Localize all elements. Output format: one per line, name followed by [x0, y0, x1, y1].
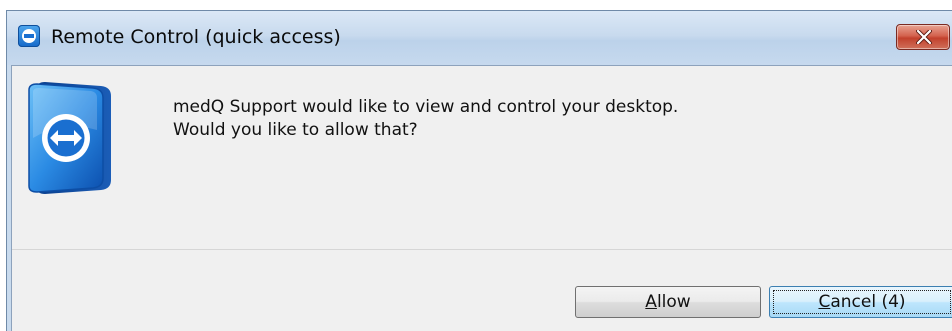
- message-text: medQ Support would like to view and cont…: [173, 96, 678, 142]
- cancel-button[interactable]: Cancel (4): [769, 286, 952, 318]
- cancel-access-key: C: [818, 292, 831, 312]
- title-bar[interactable]: Remote Control (quick access): [7, 11, 952, 65]
- allow-access-key: A: [645, 292, 657, 312]
- message-line-1: medQ Support would like to view and cont…: [173, 97, 679, 117]
- dialog-content: medQ Support would like to view and cont…: [11, 65, 952, 331]
- close-icon: [916, 30, 932, 44]
- allow-label: llow: [656, 292, 691, 312]
- dialog-window: Remote Control (quick access) medQ Suppo…: [6, 10, 952, 331]
- teamviewer-logo-icon: [28, 82, 111, 194]
- window-title: Remote Control (quick access): [51, 26, 341, 48]
- teamviewer-icon: [18, 25, 40, 47]
- allow-button[interactable]: Allow: [575, 286, 761, 318]
- divider: [12, 249, 952, 250]
- close-button[interactable]: [896, 24, 950, 50]
- cancel-label: ancel (4): [830, 292, 906, 312]
- message-line-2: Would you like to allow that?: [173, 120, 418, 140]
